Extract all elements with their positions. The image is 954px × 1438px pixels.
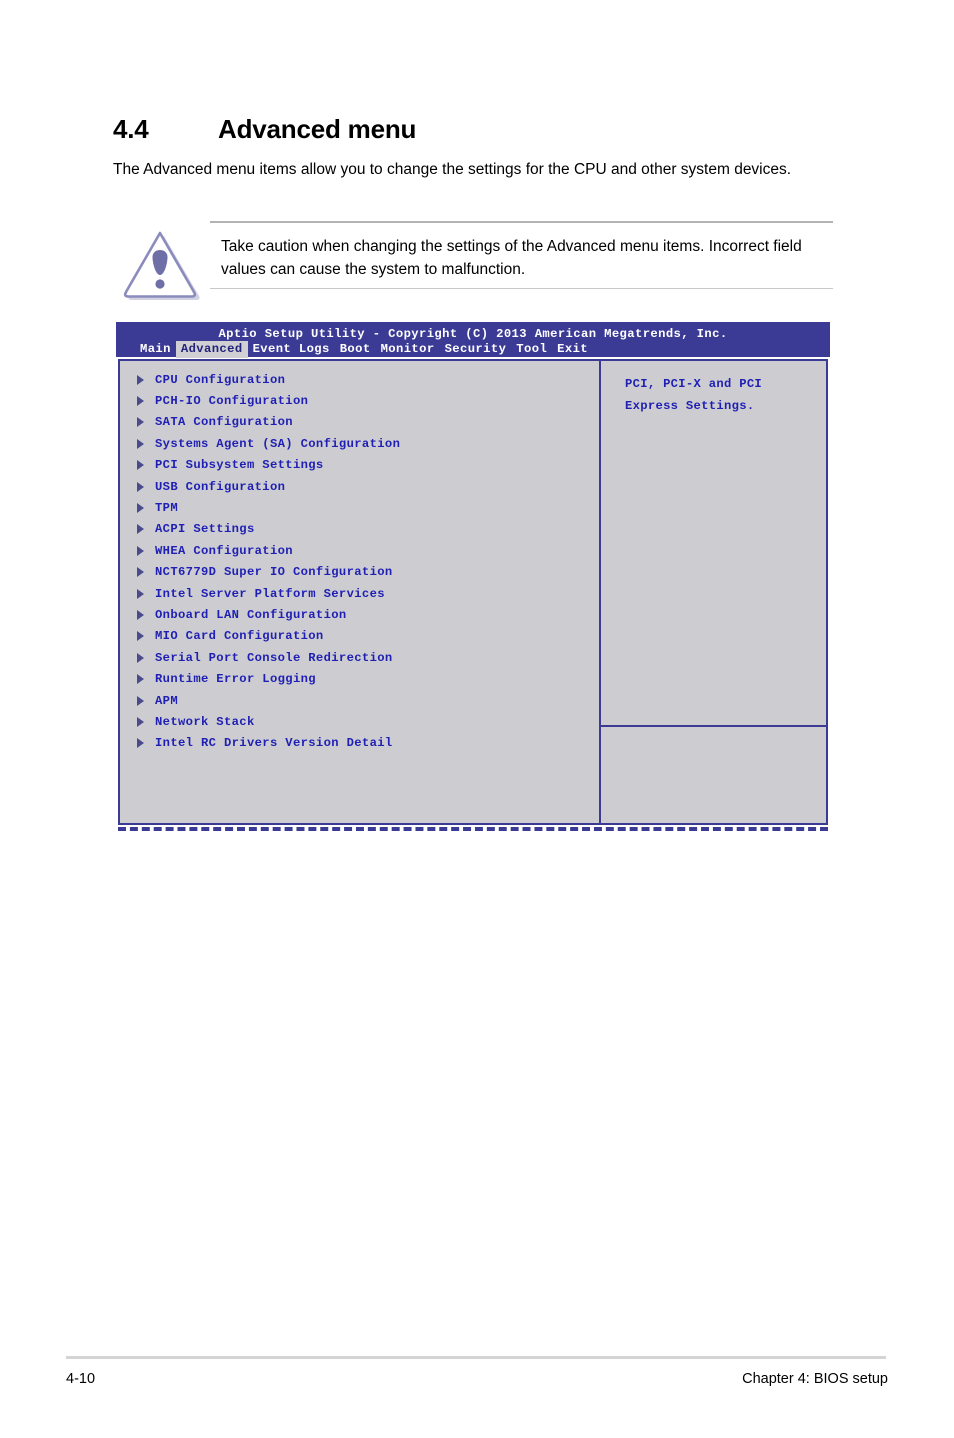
menu-item-label: NCT6779D Super IO Configuration — [155, 565, 393, 580]
submenu-arrow-icon — [137, 438, 144, 449]
tab-boot[interactable]: Boot — [335, 341, 376, 358]
menu-item-apm[interactable]: APM — [128, 690, 594, 711]
submenu-arrow-icon — [137, 524, 144, 535]
submenu-arrow-icon — [137, 588, 144, 599]
menu-item-sata-configuration[interactable]: SATA Configuration — [128, 412, 594, 433]
menu-item-nct6779d-super-io-configuration[interactable]: NCT6779D Super IO Configuration — [128, 562, 594, 583]
submenu-arrow-icon — [137, 674, 144, 685]
footer-chapter: Chapter 4: BIOS setup — [742, 1371, 888, 1387]
submenu-arrow-icon — [137, 738, 144, 749]
menu-item-label: Serial Port Console Redirection — [155, 650, 393, 665]
bios-help-pane: PCI, PCI-X and PCI Express Settings. — [601, 361, 826, 725]
page-title: 4.4 Advanced menu — [113, 114, 873, 145]
menu-item-label: ACPI Settings — [155, 522, 255, 537]
note-top-rule — [210, 221, 833, 223]
menu-item-cpu-configuration[interactable]: CPU Configuration — [128, 369, 594, 390]
menu-item-whea-configuration[interactable]: WHEA Configuration — [128, 540, 594, 561]
bios-menu-pane: CPU Configuration PCH-IO Configuration S… — [120, 361, 598, 823]
menu-item-label: MIO Card Configuration — [155, 629, 324, 644]
submenu-arrow-icon — [137, 374, 144, 385]
submenu-arrow-icon — [137, 503, 144, 514]
menu-item-pci-subsystem-settings[interactable]: PCI Subsystem Settings — [128, 455, 594, 476]
intro-paragraph: The Advanced menu items allow you to cha… — [113, 161, 792, 178]
bios-help-text: PCI, PCI-X and PCI Express Settings. — [625, 377, 763, 413]
submenu-arrow-icon — [137, 695, 144, 706]
tab-security[interactable]: Security — [440, 341, 512, 358]
bios-side-pane: PCI, PCI-X and PCI Express Settings. — [601, 361, 826, 823]
footer-page-number: 4-10 — [66, 1371, 96, 1387]
menu-item-mio-card-configuration[interactable]: MIO Card Configuration — [128, 626, 594, 647]
submenu-arrow-icon — [137, 417, 144, 428]
caution-note-text: Take caution when changing the settings … — [221, 238, 802, 278]
tab-event-logs[interactable]: Event Logs — [248, 341, 335, 358]
bios-legend-pane — [601, 727, 826, 823]
menu-item-label: SATA Configuration — [155, 415, 293, 430]
bios-utility-title: Aptio Setup Utility - Copyright (C) 2013… — [218, 327, 728, 341]
menu-item-label: USB Configuration — [155, 479, 286, 494]
menu-item-label: Onboard LAN Configuration — [155, 607, 347, 622]
menu-item-label: APM — [155, 693, 178, 708]
menu-item-label: Runtime Error Logging — [155, 672, 316, 687]
caution-note-box: Take caution when changing the settings … — [113, 218, 833, 308]
tab-monitor[interactable]: Monitor — [376, 341, 440, 358]
menu-item-usb-configuration[interactable]: USB Configuration — [128, 476, 594, 497]
menu-item-systems-agent-sa-configuration[interactable]: Systems Agent (SA) Configuration — [128, 433, 594, 454]
menu-item-intel-rc-drivers-version-detail[interactable]: Intel RC Drivers Version Detail — [128, 733, 594, 754]
bios-bottom-dashed-rule — [118, 827, 828, 831]
menu-item-tpm[interactable]: TPM — [128, 497, 594, 518]
bios-tab-bar[interactable]: Main Advanced Event Logs Boot Monitor Se… — [135, 340, 593, 358]
menu-item-pch-io-configuration[interactable]: PCH-IO Configuration — [128, 390, 594, 411]
note-bottom-rule — [210, 288, 833, 289]
menu-item-network-stack[interactable]: Network Stack — [128, 711, 594, 732]
submenu-arrow-icon — [137, 545, 144, 556]
menu-item-label: CPU Configuration — [155, 372, 286, 387]
menu-item-label: Network Stack — [155, 714, 255, 729]
submenu-arrow-icon — [137, 396, 144, 407]
menu-item-label: PCH-IO Configuration — [155, 394, 309, 409]
bios-body-panel: CPU Configuration PCH-IO Configuration S… — [118, 359, 828, 825]
menu-item-acpi-settings[interactable]: ACPI Settings — [128, 519, 594, 540]
menu-item-label: Systems Agent (SA) Configuration — [155, 436, 401, 451]
tab-tool[interactable]: Tool — [511, 341, 552, 358]
bios-header-bar: Aptio Setup Utility - Copyright (C) 2013… — [116, 322, 830, 358]
submenu-arrow-icon — [137, 460, 144, 471]
menu-item-onboard-lan-configuration[interactable]: Onboard LAN Configuration — [128, 604, 594, 625]
submenu-arrow-icon — [137, 652, 144, 663]
menu-item-label: WHEA Configuration — [155, 543, 293, 558]
submenu-arrow-icon — [137, 631, 144, 642]
menu-item-label: Intel Server Platform Services — [155, 586, 385, 601]
submenu-arrow-icon — [137, 609, 144, 620]
menu-item-runtime-error-logging[interactable]: Runtime Error Logging — [128, 668, 594, 689]
tab-advanced[interactable]: Advanced — [175, 340, 248, 358]
bios-setup-screen: Aptio Setup Utility - Copyright (C) 2013… — [116, 322, 830, 831]
advanced-menu-list: CPU Configuration PCH-IO Configuration S… — [128, 369, 594, 754]
menu-item-label: Intel RC Drivers Version Detail — [155, 736, 393, 751]
tab-main[interactable]: Main — [135, 341, 176, 358]
caution-triangle-icon — [119, 226, 203, 302]
footer-rule — [66, 1356, 886, 1359]
submenu-arrow-icon — [137, 567, 144, 578]
menu-item-intel-server-platform-services[interactable]: Intel Server Platform Services — [128, 583, 594, 604]
submenu-arrow-icon — [137, 716, 144, 727]
tab-exit[interactable]: Exit — [552, 341, 593, 358]
section-title: Advanced menu — [218, 114, 417, 144]
menu-item-label: TPM — [155, 501, 178, 516]
menu-item-serial-port-console-redirection[interactable]: Serial Port Console Redirection — [128, 647, 594, 668]
section-number: 4.4 — [113, 114, 149, 144]
menu-item-label: PCI Subsystem Settings — [155, 458, 324, 473]
submenu-arrow-icon — [137, 481, 144, 492]
